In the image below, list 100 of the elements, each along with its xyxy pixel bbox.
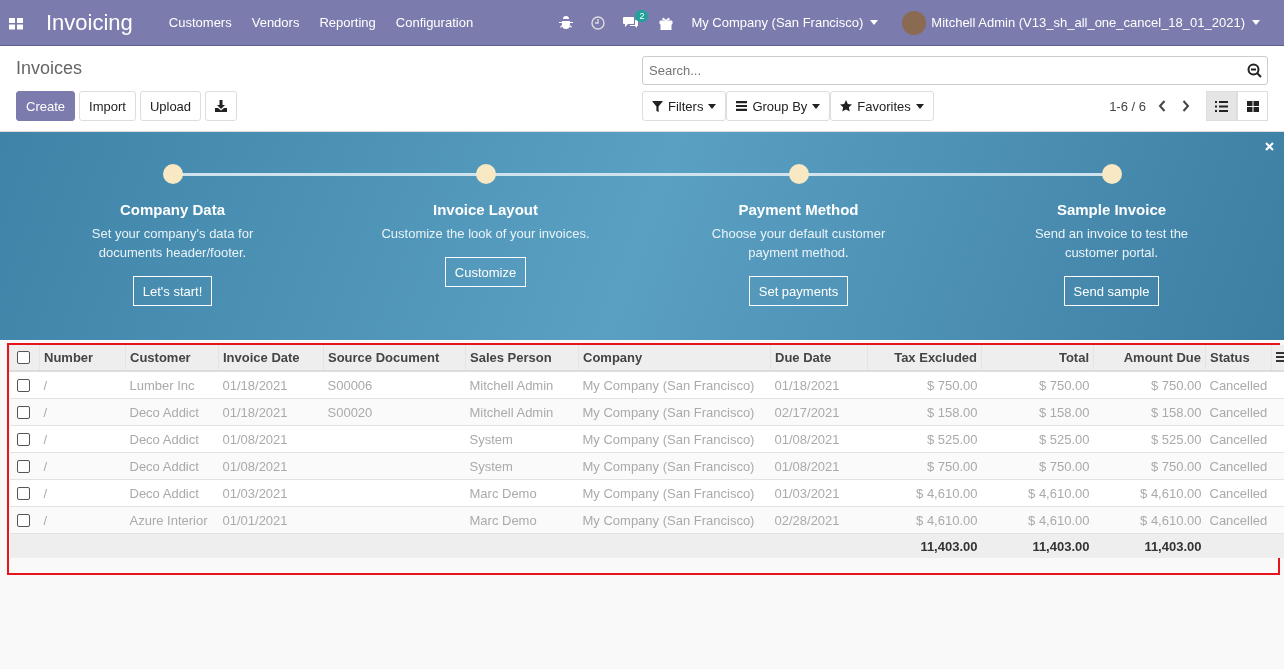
table-cell: Cancelled — [1209, 485, 1268, 501]
table-cell: Mitchell Admin — [469, 404, 554, 420]
grid-view-icon — [1246, 100, 1259, 112]
row-checkbox[interactable] — [16, 486, 30, 500]
app-title: Invoicing — [46, 9, 133, 36]
column-header[interactable]: Source Document — [323, 345, 466, 371]
table-cell: $ 4,610.00 — [1028, 512, 1090, 528]
column-options-icon[interactable] — [1276, 352, 1284, 362]
action-button[interactable]: Create — [16, 91, 76, 121]
table-cell: Deco Addict — [129, 458, 199, 474]
step-title: Payment Method — [738, 201, 859, 218]
pager-text: 1-6 / 6 — [1109, 98, 1146, 114]
search-field[interactable]: Search... — [642, 56, 1268, 85]
user-menu[interactable]: Mitchell Admin (V13_sh_all_one_cancel_18_01_2021) — [931, 15, 1260, 30]
nav-menu-item[interactable]: Vendors — [251, 15, 300, 30]
step-button[interactable]: Send sample — [1063, 276, 1160, 306]
download-icon — [215, 100, 228, 112]
table-cell: $ 750.00 — [1150, 458, 1202, 474]
nav-menu-item[interactable]: Customers — [168, 15, 232, 30]
column-header[interactable]: Total — [981, 345, 1094, 371]
total-cell: 11,403.00 — [1032, 538, 1090, 554]
table-cell: $ 750.00 — [926, 377, 978, 393]
table-cell: $ 158.00 — [926, 404, 978, 420]
table-cell: $ 4,610.00 — [1140, 512, 1202, 528]
search-option-dropdown[interactable]: Filters — [642, 91, 727, 121]
column-header[interactable]: Invoice Date — [218, 345, 324, 371]
table-cell: 01/08/2021 — [774, 431, 840, 447]
table-cell: / — [43, 458, 48, 474]
search-option-dropdown[interactable]: Group By — [726, 91, 831, 121]
table-cell: 01/03/2021 — [222, 485, 288, 501]
table-cell: My Company (San Francisco) — [582, 404, 755, 420]
row-checkbox[interactable] — [16, 432, 30, 446]
table-cell: / — [43, 512, 48, 528]
column-header[interactable]: Due Date — [770, 345, 868, 371]
table-cell: Azure Interior — [129, 512, 208, 528]
table-cell: $ 4,610.00 — [916, 512, 978, 528]
nav-menu-item[interactable]: Configuration — [395, 15, 474, 30]
table-cell: $ 158.00 — [1038, 404, 1090, 420]
table-cell: 01/18/2021 — [774, 377, 840, 393]
caret-icon — [1252, 20, 1260, 25]
table-cell: 01/01/2021 — [222, 512, 288, 528]
table-cell: Cancelled — [1209, 377, 1268, 393]
step-description: Set your company's data for documents header/footer. — [91, 225, 254, 262]
action-button[interactable]: Import — [79, 91, 136, 121]
table-cell: System — [469, 431, 513, 447]
column-header[interactable]: Status — [1205, 345, 1272, 371]
column-header[interactable]: Customer — [125, 345, 219, 371]
page-title: Invoices — [16, 58, 84, 80]
step-title: Sample Invoice — [1056, 201, 1167, 218]
table-cell: 02/28/2021 — [774, 512, 840, 528]
table-cell: $ 750.00 — [926, 458, 978, 474]
table-cell: Cancelled — [1209, 458, 1268, 474]
bug-icon[interactable] — [559, 15, 574, 30]
table-cell: Marc Demo — [469, 512, 537, 528]
row-checkbox[interactable] — [16, 459, 30, 473]
list-lines-icon — [736, 101, 748, 111]
select-all-checkbox[interactable] — [17, 351, 30, 364]
column-header[interactable]: Number — [39, 345, 126, 371]
table-cell: 01/08/2021 — [774, 458, 840, 474]
message-count-badge: 2 — [635, 10, 649, 22]
step-button[interactable]: Let's start! — [132, 276, 213, 306]
chevron-right-icon[interactable] — [1182, 100, 1190, 112]
table-cell: 01/18/2021 — [222, 404, 288, 420]
user-avatar — [902, 10, 927, 35]
company-switcher[interactable]: My Company (San Francisco) — [691, 15, 879, 30]
table-cell: $ 525.00 — [1150, 431, 1202, 447]
step-title: Company Data — [120, 201, 225, 218]
close-icon[interactable] — [1265, 142, 1274, 151]
search-icon[interactable] — [1247, 63, 1262, 78]
action-button[interactable]: Upload — [139, 91, 202, 121]
table-cell: Deco Addict — [129, 404, 199, 420]
nav-menu-item[interactable]: Reporting — [319, 15, 376, 30]
table-cell: $ 750.00 — [1038, 377, 1090, 393]
caret-icon — [812, 103, 821, 109]
download-button[interactable] — [205, 91, 238, 121]
column-header[interactable]: Company — [578, 345, 771, 371]
table-cell: S00020 — [327, 404, 373, 420]
table-cell: Deco Addict — [129, 485, 199, 501]
table-cell: / — [43, 431, 48, 447]
chat-icon[interactable] — [623, 16, 640, 29]
clock-icon[interactable] — [591, 15, 606, 30]
table-cell: $ 525.00 — [926, 431, 978, 447]
chevron-left-icon[interactable] — [1158, 100, 1166, 112]
column-header[interactable]: Sales Person — [465, 345, 579, 371]
view-switch-button[interactable] — [1237, 91, 1268, 121]
column-header[interactable]: Amount Due — [1093, 345, 1206, 371]
search-option-dropdown[interactable]: Favorites — [830, 91, 934, 121]
table-cell: My Company (San Francisco) — [582, 431, 755, 447]
table-cell: Marc Demo — [469, 485, 537, 501]
table-cell: / — [43, 377, 48, 393]
row-checkbox[interactable] — [16, 378, 30, 392]
column-header[interactable]: Tax Excluded — [867, 345, 982, 371]
view-switch-button[interactable] — [1206, 91, 1237, 121]
table-cell: 02/17/2021 — [774, 404, 840, 420]
table-cell: 01/08/2021 — [222, 458, 288, 474]
row-checkbox[interactable] — [16, 405, 30, 419]
gift-icon[interactable] — [659, 15, 674, 30]
table-cell: 01/03/2021 — [774, 485, 840, 501]
star-icon — [840, 100, 853, 112]
row-checkbox[interactable] — [16, 513, 30, 527]
